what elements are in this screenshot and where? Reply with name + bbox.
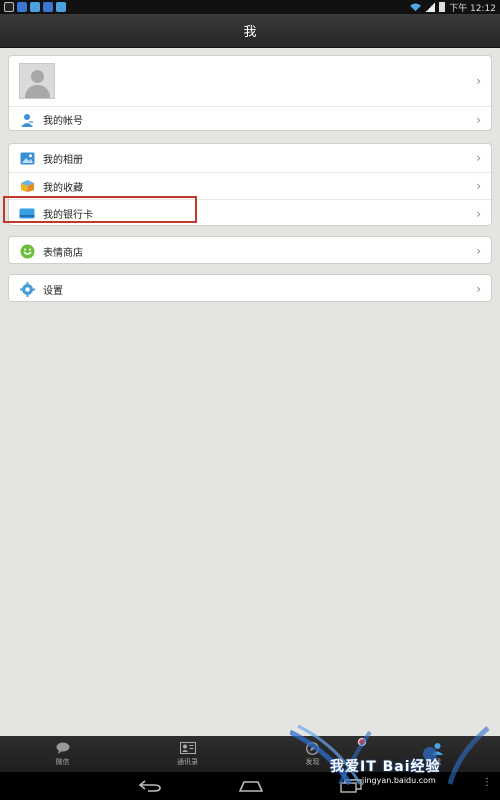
settings-row[interactable]: 设置 › <box>9 275 491 301</box>
notification-badge <box>358 738 366 746</box>
album-row[interactable]: 我的相册 › <box>9 144 491 172</box>
bank-card-highlight-box <box>3 196 197 223</box>
status-bar: 下午 12:12 <box>0 0 500 14</box>
gear-icon <box>19 281 35 297</box>
chevron-right-icon: › <box>476 74 481 88</box>
back-icon[interactable] <box>135 776 165 796</box>
favorites-label: 我的收藏 <box>43 182 83 194</box>
chevron-right-icon: › <box>476 244 481 258</box>
signal-icon <box>425 2 436 12</box>
baidu-icon <box>56 2 66 12</box>
overflow-menu-icon[interactable]: ⋮ <box>482 778 492 788</box>
chevron-right-icon: › <box>476 151 481 165</box>
tab-chats-label: 微信 <box>55 757 70 766</box>
home-icon[interactable] <box>236 776 266 796</box>
chevron-right-icon: › <box>476 112 481 127</box>
watermark-text: 我爱IT Bai经验 <box>330 759 441 775</box>
account-icon <box>19 112 35 128</box>
tab-contacts-label: 通讯录 <box>177 757 198 766</box>
notification-icons <box>4 2 66 12</box>
baidu-icon <box>43 2 53 12</box>
album-label: 我的相册 <box>43 154 83 166</box>
profile-group: › 我的帐号 › <box>8 55 492 131</box>
settings-group: 设置 › <box>8 274 492 302</box>
sticker-store-label: 表情商店 <box>43 247 83 259</box>
compass-icon <box>305 741 321 755</box>
battery-icon <box>439 2 446 12</box>
chevron-right-icon: › <box>476 282 481 296</box>
page-title: 我 <box>243 25 257 40</box>
sticker-group: 表情商店 › <box>8 236 492 264</box>
my-account-row[interactable]: 我的帐号 › <box>9 106 491 130</box>
watermark-url: jingyan.baidu.com <box>362 776 436 785</box>
status-time: 下午 12:12 <box>449 3 496 14</box>
tab-discover-label: 发现 <box>305 757 320 766</box>
chevron-right-icon: › <box>476 179 481 193</box>
settings-label: 设置 <box>43 285 63 297</box>
favorites-icon <box>19 178 35 194</box>
contacts-icon <box>179 742 196 755</box>
wifi-icon <box>410 2 422 11</box>
avatar <box>19 63 55 99</box>
sticker-store-row[interactable]: 表情商店 › <box>9 237 491 263</box>
me-icon <box>430 742 446 755</box>
title-bar: 我 <box>0 14 500 48</box>
profile-row[interactable]: › <box>9 56 491 106</box>
album-icon <box>19 150 35 166</box>
tab-chats[interactable]: 微信 <box>0 742 125 767</box>
baidu-icon <box>30 2 40 12</box>
favorites-row[interactable]: 我的收藏 › <box>9 172 491 199</box>
sticker-store-icon <box>19 243 35 259</box>
chevron-right-icon: › <box>476 206 481 221</box>
baidu-icon <box>17 2 27 12</box>
tab-contacts[interactable]: 通讯录 <box>125 742 250 767</box>
chat-bubble-icon <box>55 742 71 755</box>
my-account-label: 我的帐号 <box>43 116 83 127</box>
picture-icon <box>4 2 14 12</box>
